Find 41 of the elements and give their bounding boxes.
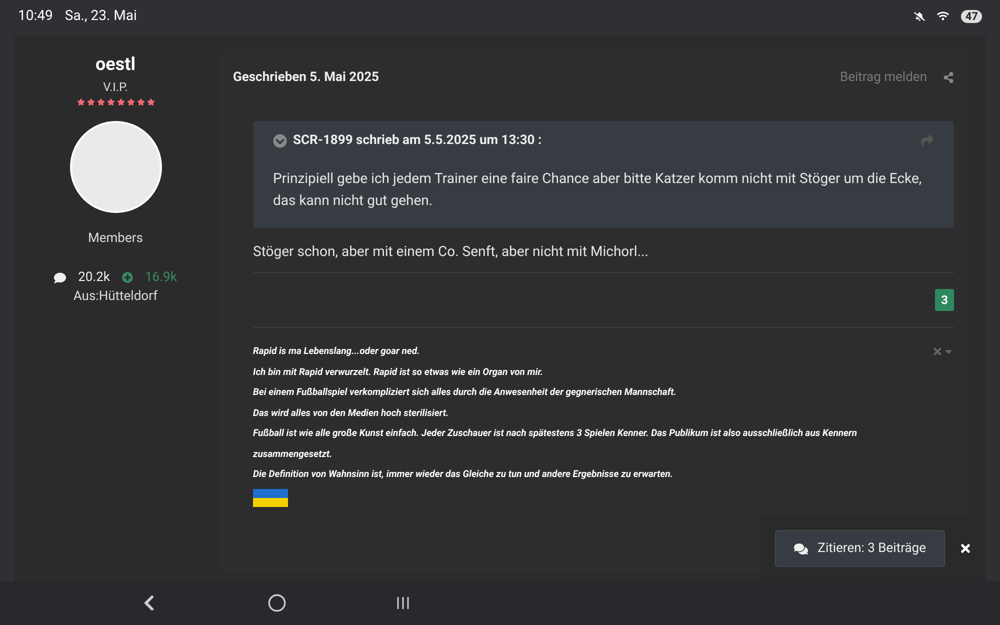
post-count: 20.2k bbox=[78, 270, 110, 285]
author-group: Members bbox=[88, 231, 143, 246]
signature-line: Bei einem Fußballspiel verkompliziert sich alles durch die Anwesenheit der gegnerischen Mannschaft. bbox=[253, 386, 678, 400]
multiquote-button[interactable]: Zitieren: 3 Beiträge bbox=[774, 530, 945, 567]
mute-icon bbox=[914, 10, 926, 22]
signature-line: Das wird alles von den Medien hoch sterilisiert. bbox=[253, 406, 450, 420]
recents-icon[interactable] bbox=[396, 596, 410, 610]
time: 10:49 bbox=[18, 8, 53, 24]
star-icon bbox=[126, 98, 134, 106]
home-icon[interactable] bbox=[268, 594, 286, 612]
date: Sa., 23. Mai bbox=[64, 8, 137, 24]
post-date: Geschrieben 5. Mai 2025 bbox=[233, 70, 379, 85]
reputation-count: 16.9k bbox=[145, 270, 177, 285]
signature-toggle-icon[interactable] bbox=[932, 346, 954, 357]
star-icon bbox=[136, 98, 144, 106]
battery-level: 47 bbox=[961, 10, 982, 22]
author-rank: V.I.P. bbox=[103, 80, 128, 94]
star-icon bbox=[106, 98, 114, 106]
close-icon[interactable] bbox=[959, 542, 972, 555]
plus-icon bbox=[122, 272, 133, 283]
comments-icon bbox=[794, 542, 808, 556]
wifi-icon bbox=[937, 10, 950, 22]
reaction-count[interactable]: 3 bbox=[935, 289, 954, 311]
collapse-icon[interactable] bbox=[273, 134, 287, 148]
star-icon bbox=[116, 98, 124, 106]
star-icon bbox=[96, 98, 104, 106]
comment-icon bbox=[54, 272, 66, 284]
author-location: Aus:Hütteldorf bbox=[73, 289, 158, 304]
signature-line: Fußball ist wie alle große Kunst einfach. Jeder Zuschauer ist nach spätestens 3 Spielen Kenner. Das Publikum ist also ausschließlich aus Kennern zusammengesetzt. bbox=[253, 427, 858, 462]
signature-line: Ich bin mit Rapid verwurzelt. Rapid ist so etwas wie ein Organ von mir. bbox=[253, 366, 544, 380]
flag-drawing bbox=[253, 488, 288, 506]
post-body: Stöger schon, aber mit einem Co. Senft, aber nicht mit Michorl... bbox=[253, 244, 954, 273]
star-icon bbox=[76, 98, 84, 106]
quote-text: Prinzipiell gebe ich jedem Trainer eine faire Chance aber bitte Katzer komm nicht mit Stöger um die Ecke, das kann nicht gut gehen. bbox=[273, 170, 923, 211]
author-name[interactable]: oestl bbox=[96, 54, 136, 75]
star-icon bbox=[146, 98, 154, 106]
share-icon[interactable] bbox=[943, 72, 954, 83]
quote-header: SCR-1899 schrieb am 5.5.2025 um 13:30 : bbox=[293, 133, 542, 148]
star-icon bbox=[86, 98, 94, 106]
signature-line: Rapid is ma Lebenslang...oder goar ned. bbox=[253, 345, 421, 359]
signature-line: Die Definition von Wahnsinn ist, immer wieder das Gleiche zu tun und andere Ergebnisse zu erwarten. bbox=[253, 468, 674, 482]
